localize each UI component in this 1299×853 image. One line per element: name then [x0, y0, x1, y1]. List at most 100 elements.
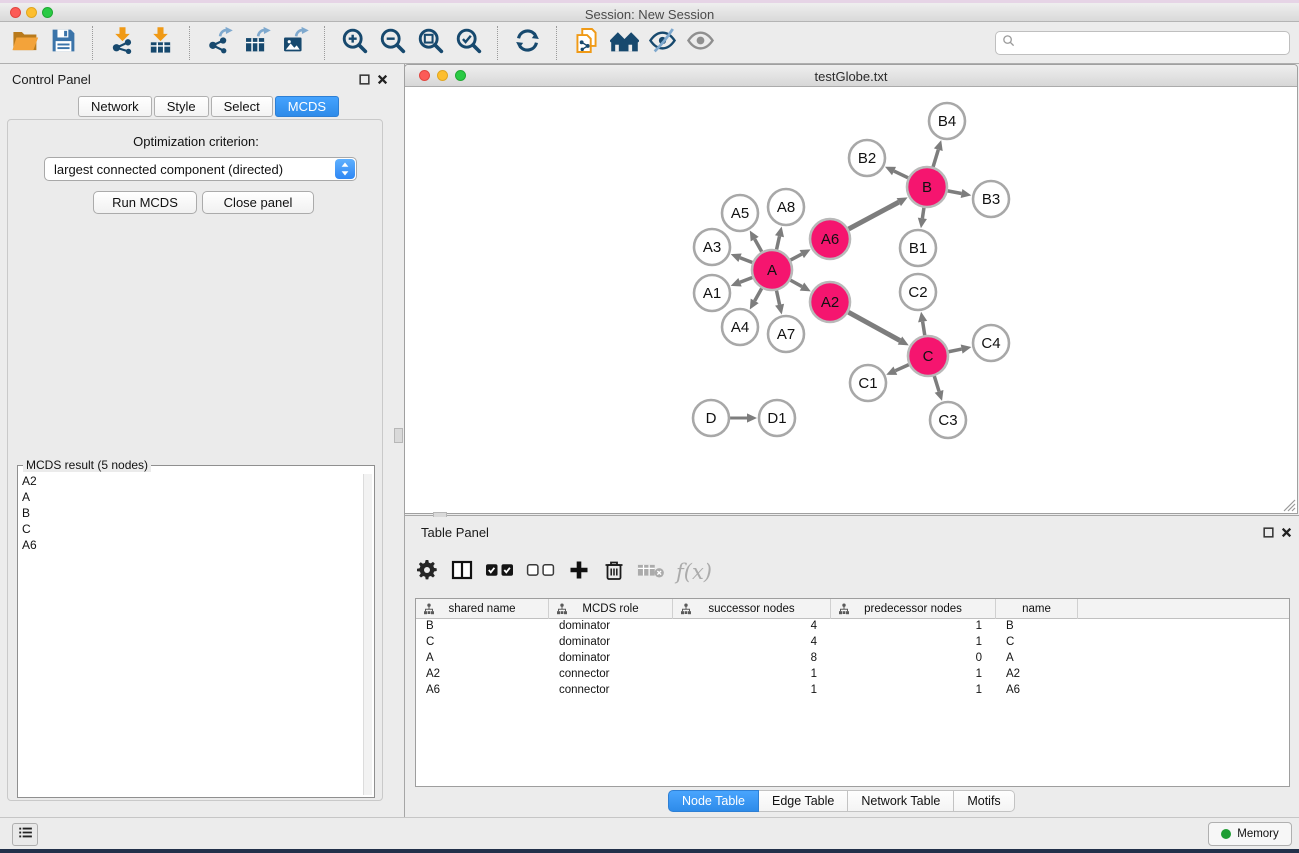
- graph-node-C4[interactable]: C4: [973, 325, 1009, 361]
- memory-button[interactable]: Memory: [1208, 822, 1292, 846]
- edge-B-B3[interactable]: [948, 191, 962, 194]
- table-row[interactable]: Bdominator41B: [416, 619, 1289, 635]
- table-row[interactable]: Cdominator41C: [416, 635, 1289, 651]
- search-input[interactable]: [1019, 33, 1289, 53]
- graph-node-B1[interactable]: B1: [900, 230, 936, 266]
- graph-node-A7[interactable]: A7: [768, 316, 804, 352]
- float-panel-icon[interactable]: [358, 73, 371, 86]
- show-button[interactable]: [681, 25, 719, 61]
- column-header-predecessor-nodes[interactable]: predecessor nodes: [831, 599, 996, 619]
- graph-node-A1[interactable]: A1: [694, 275, 730, 311]
- task-history-button[interactable]: [12, 823, 38, 846]
- table-row[interactable]: A6connector11A6: [416, 683, 1289, 699]
- edge-C-C1[interactable]: [895, 365, 908, 371]
- edge-A-A7[interactable]: [776, 291, 779, 305]
- delete-column-button[interactable]: [602, 557, 626, 587]
- graph-node-C3[interactable]: C3: [930, 402, 966, 438]
- export-table-button[interactable]: [238, 25, 276, 61]
- panes-button[interactable]: [450, 557, 474, 587]
- result-item[interactable]: A: [22, 489, 360, 505]
- save-session-button[interactable]: [44, 25, 82, 61]
- edge-A-A5[interactable]: [755, 239, 762, 252]
- run-mcds-button[interactable]: Run MCDS: [93, 191, 197, 214]
- graph-node-C1[interactable]: C1: [850, 365, 886, 401]
- zoom-selected-button[interactable]: [449, 25, 487, 61]
- edge-C-C4[interactable]: [949, 349, 962, 352]
- home-button[interactable]: [605, 25, 643, 61]
- zoom-in-button[interactable]: [335, 25, 373, 61]
- close-panel-button[interactable]: Close panel: [202, 191, 314, 214]
- graph-node-B3[interactable]: B3: [973, 181, 1009, 217]
- tab-network-table[interactable]: Network Table: [848, 790, 954, 812]
- column-header-MCDS-role[interactable]: MCDS role: [549, 599, 673, 619]
- criterion-select[interactable]: largest connected component (directed): [44, 157, 357, 181]
- graph-node-B[interactable]: B: [907, 167, 947, 207]
- resize-grip-icon[interactable]: [1283, 499, 1296, 512]
- graph-node-D[interactable]: D: [693, 400, 729, 436]
- settings-button[interactable]: [415, 557, 439, 587]
- edge-A-A6[interactable]: [791, 254, 802, 260]
- edge-A-A3[interactable]: [740, 258, 752, 263]
- result-item[interactable]: B: [22, 505, 360, 521]
- graph-node-A2[interactable]: A2: [810, 282, 850, 322]
- result-item[interactable]: A2: [22, 473, 360, 489]
- add-column-button[interactable]: [567, 557, 591, 587]
- graph-node-A8[interactable]: A8: [768, 189, 804, 225]
- column-header-successor-nodes[interactable]: successor nodes: [673, 599, 831, 619]
- graph-node-A6[interactable]: A6: [810, 219, 850, 259]
- edge-A-A8[interactable]: [777, 236, 780, 249]
- edge-A-A4[interactable]: [755, 288, 762, 301]
- edge-C-C3[interactable]: [934, 376, 939, 391]
- edge-A-A2[interactable]: [790, 280, 802, 286]
- clone-network-button[interactable]: [567, 25, 605, 61]
- tab-mcds[interactable]: MCDS: [275, 96, 339, 117]
- import-network-button[interactable]: [103, 25, 141, 61]
- close-panel-icon[interactable]: [376, 73, 389, 86]
- graph-node-B2[interactable]: B2: [849, 140, 885, 176]
- tab-node-table[interactable]: Node Table: [668, 790, 759, 812]
- edge-B-B2[interactable]: [894, 171, 908, 178]
- graph-node-A[interactable]: A: [752, 250, 792, 290]
- graph-node-C[interactable]: C: [908, 336, 948, 376]
- result-scrollbar[interactable]: [363, 474, 372, 795]
- graph-node-A4[interactable]: A4: [722, 309, 758, 345]
- vertical-splitter-handle[interactable]: [394, 428, 403, 443]
- edge-A2-C[interactable]: [848, 312, 900, 340]
- zoom-out-button[interactable]: [373, 25, 411, 61]
- tab-motifs[interactable]: Motifs: [954, 790, 1014, 812]
- graph-node-A3[interactable]: A3: [694, 229, 730, 265]
- tab-network[interactable]: Network: [78, 96, 152, 117]
- search-box[interactable]: [995, 31, 1290, 55]
- column-header-shared-name[interactable]: shared name: [416, 599, 549, 619]
- column-header-name[interactable]: name: [996, 599, 1078, 619]
- table-row[interactable]: Adominator80A: [416, 651, 1289, 667]
- deselect-all-checks-button[interactable]: [526, 557, 556, 587]
- graph-node-D1[interactable]: D1: [759, 400, 795, 436]
- edge-A6-B[interactable]: [849, 202, 899, 229]
- export-image-button[interactable]: [276, 25, 314, 61]
- edge-A-A1[interactable]: [740, 278, 752, 283]
- result-item[interactable]: A6: [22, 537, 360, 553]
- hide-button[interactable]: [643, 25, 681, 61]
- close-table-panel-icon[interactable]: [1280, 526, 1293, 539]
- edge-C-C2[interactable]: [923, 322, 925, 336]
- edge-B-B1[interactable]: [922, 208, 924, 219]
- table-row[interactable]: A2connector11A2: [416, 667, 1289, 683]
- network-canvas[interactable]: B4 B2 B B3 A8 A5 A6 A3 B1 A C2 A1 A2 A4 A7 C4 C C1 C3 D D1: [405, 87, 1297, 513]
- export-network-button[interactable]: [200, 25, 238, 61]
- result-item[interactable]: C: [22, 521, 360, 537]
- tab-style[interactable]: Style: [154, 96, 209, 117]
- graph-node-A5[interactable]: A5: [722, 195, 758, 231]
- float-table-panel-icon[interactable]: [1262, 526, 1275, 539]
- horizontal-splitter[interactable]: [405, 515, 1299, 516]
- open-session-button[interactable]: [6, 25, 44, 61]
- tab-edge-table[interactable]: Edge Table: [759, 790, 848, 812]
- graph-node-B4[interactable]: B4: [929, 103, 965, 139]
- edge-B-B4[interactable]: [933, 150, 938, 167]
- refresh-button[interactable]: [508, 25, 546, 61]
- graph-node-C2[interactable]: C2: [900, 274, 936, 310]
- zoom-fit-button[interactable]: [411, 25, 449, 61]
- import-table-button[interactable]: [141, 25, 179, 61]
- tab-select[interactable]: Select: [211, 96, 273, 117]
- select-all-checks-button[interactable]: [485, 557, 515, 587]
